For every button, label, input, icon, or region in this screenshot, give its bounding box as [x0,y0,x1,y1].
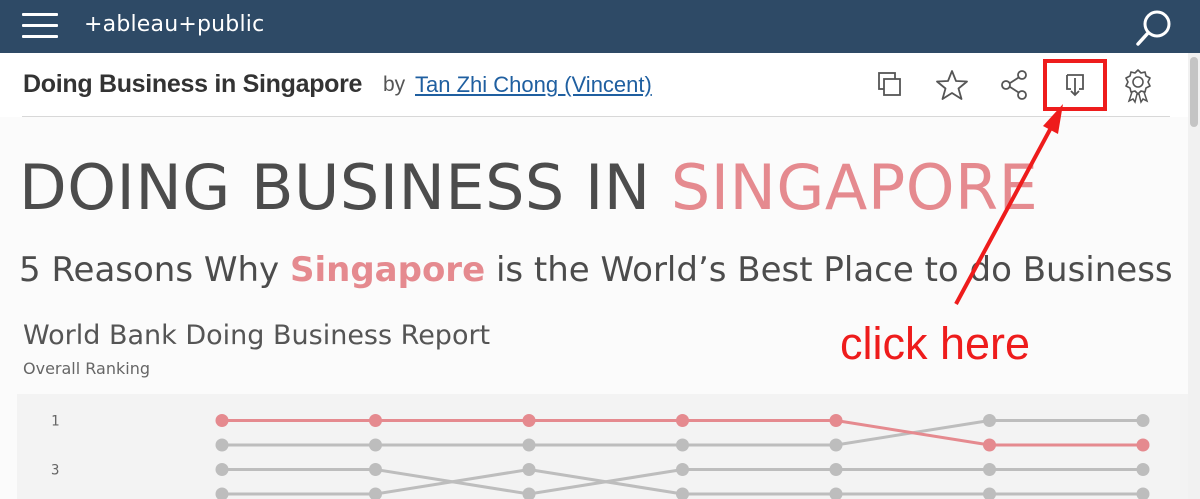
data-point[interactable] [1136,414,1150,427]
y-tick-label: 1 [51,414,59,430]
singapore-data-point[interactable] [1136,438,1150,452]
subheading-text-2: is the World’s Best Place to do Business [485,250,1173,290]
singapore-data-point[interactable] [983,438,996,452]
data-point[interactable] [215,463,229,476]
tableau-public-logo[interactable]: +ableau+public [84,12,264,37]
author-link[interactable]: Tan Zhi Chong (Vincent) [415,72,652,98]
ranking-chart-svg: 13 [51,414,1150,499]
data-point[interactable] [829,463,843,476]
data-point[interactable] [522,463,536,476]
dashboard-heading: DOING BUSINESS IN SINGAPORE [19,151,1038,224]
by-label: by [383,73,406,96]
data-point[interactable] [215,438,229,452]
share-icon[interactable] [994,65,1034,105]
data-point[interactable] [369,438,382,452]
data-point[interactable] [829,487,843,499]
top-nav-bar: +ableau+public [0,0,1200,53]
search-icon[interactable] [1134,8,1174,48]
data-point[interactable] [829,438,843,452]
singapore-data-point[interactable] [676,414,689,427]
data-point[interactable] [1136,463,1150,476]
subheading-accent-text: Singapore [289,250,486,290]
data-point[interactable] [983,487,996,499]
data-point[interactable] [215,487,229,499]
download-highlight-box [1043,59,1107,111]
singapore-data-point[interactable] [369,414,382,427]
data-point[interactable] [676,487,689,499]
dashboard-subheading: 5 Reasons Why Singapore is the World’s B… [19,250,1173,290]
hamburger-menu-icon[interactable] [22,13,58,39]
viz-title-bar: Doing Business in Singapore by Tan Zhi C… [0,53,1200,117]
singapore-data-point[interactable] [522,414,536,427]
data-point[interactable] [369,487,382,499]
data-point[interactable] [1136,487,1150,499]
data-point[interactable] [983,414,996,427]
report-subtitle: Overall Ranking [23,359,150,378]
scrollbar-thumb[interactable] [1190,57,1198,127]
click-here-annotation: click here [840,318,1031,369]
subheading-text-1: 5 Reasons Why [19,250,290,290]
viz-title: Doing Business in Singapore [23,70,363,98]
data-point[interactable] [983,463,996,476]
data-point[interactable] [522,487,536,499]
ranking-chart: 13 [17,394,1188,499]
data-point[interactable] [676,438,689,452]
star-icon[interactable] [932,65,972,105]
viz-content: DOING BUSINESS IN SINGAPORE 5 Reasons Wh… [0,117,1188,499]
data-point[interactable] [369,463,382,476]
data-point[interactable] [522,438,536,452]
report-title: World Bank Doing Business Report [23,320,491,351]
heading-accent-text: SINGAPORE [670,151,1039,224]
y-tick-label: 3 [51,463,59,479]
copy-icon[interactable] [869,65,909,105]
singapore-data-point[interactable] [215,414,229,427]
heading-text: DOING BUSINESS IN [19,151,671,224]
award-icon[interactable] [1118,65,1158,105]
data-point[interactable] [676,463,689,476]
vertical-scrollbar[interactable] [1188,53,1200,499]
singapore-data-point[interactable] [829,414,843,427]
